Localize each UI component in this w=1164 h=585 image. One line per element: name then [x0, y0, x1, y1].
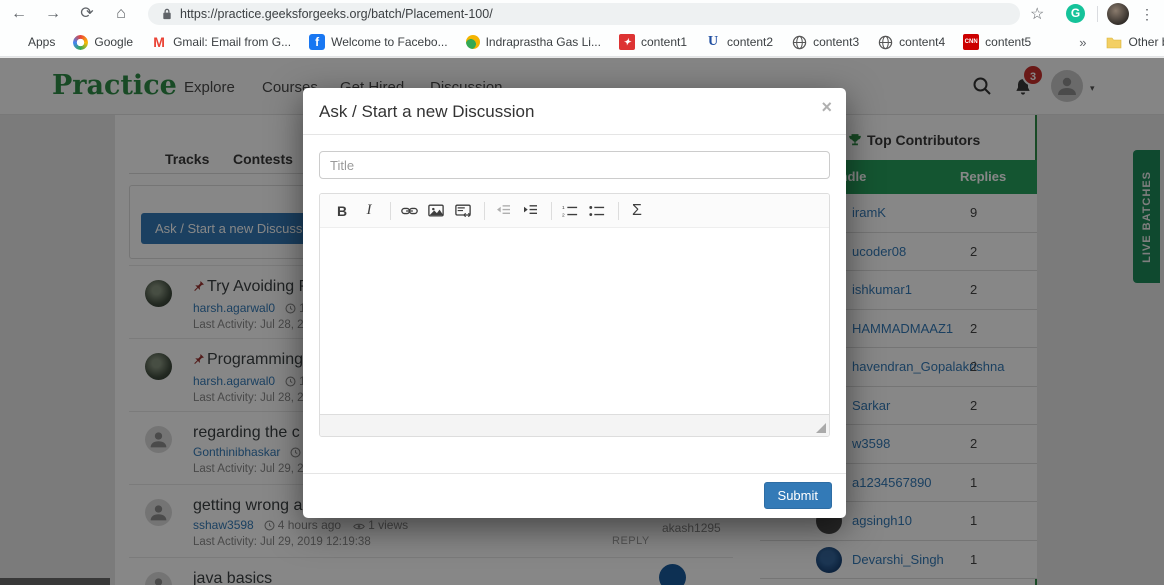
forward-icon[interactable]: →	[42, 3, 64, 25]
bookmark-content4[interactable]: content4	[877, 34, 945, 50]
bookmark-content3[interactable]: content3	[791, 34, 859, 50]
bookmark-gas[interactable]: Indraprastha Gas Li...	[465, 35, 601, 49]
modal-title: Ask / Start a new Discussion	[319, 102, 535, 121]
home-icon[interactable]: ⌂	[110, 3, 132, 25]
bookmark-content5[interactable]: CNN content5	[963, 34, 1031, 50]
indent-icon[interactable]	[518, 200, 542, 222]
modal-header: Ask / Start a new Discussion ×	[303, 88, 846, 135]
lock-icon	[163, 8, 171, 20]
bookmark-content2[interactable]: U content2	[705, 34, 773, 50]
formula-icon[interactable]: Σ	[625, 200, 649, 222]
gmail-icon: M	[153, 34, 165, 50]
red-site-icon: ✦	[618, 34, 635, 50]
link-icon[interactable]	[397, 200, 421, 222]
browser-profile-avatar[interactable]	[1107, 3, 1129, 25]
italic-icon[interactable]: I	[357, 200, 381, 222]
divider	[484, 201, 485, 220]
submit-button[interactable]: Submit	[763, 482, 832, 509]
svg-text:2: 2	[562, 212, 565, 218]
facebook-icon: f	[309, 34, 326, 50]
code-block-icon[interactable]	[451, 200, 475, 222]
bold-icon[interactable]: B	[330, 200, 354, 222]
folder-icon	[1106, 34, 1122, 50]
outdent-icon	[491, 200, 515, 222]
bookmark-google[interactable]: Google	[73, 34, 133, 50]
discussion-title-input[interactable]	[319, 151, 830, 179]
bookmark-content1[interactable]: ✦ content1	[618, 34, 687, 50]
back-icon[interactable]: ←	[8, 3, 30, 25]
url-text: https://practice.geeksforgeeks.org/batch…	[180, 7, 493, 21]
grammarly-extension-icon[interactable]: G	[1066, 4, 1085, 23]
divider	[618, 201, 619, 220]
browser-menu-icon[interactable]: ⋮	[1138, 3, 1156, 25]
svg-text:1: 1	[562, 205, 565, 211]
u-site-icon: U	[707, 34, 719, 49]
divider	[1097, 6, 1098, 22]
globe-icon	[791, 34, 807, 50]
rich-text-editor: B I 12 Σ	[319, 193, 830, 437]
image-icon[interactable]	[424, 200, 448, 222]
bookmark-facebook[interactable]: f Welcome to Facebo...	[309, 34, 448, 50]
editor-content-area[interactable]	[320, 228, 829, 414]
other-bookmarks[interactable]: Other bookmarks	[1106, 34, 1164, 50]
close-icon[interactable]: ×	[821, 98, 832, 116]
globe-icon	[877, 34, 893, 50]
resize-grip-icon[interactable]	[816, 423, 826, 433]
bookmark-star-icon[interactable]: ☆	[1030, 4, 1044, 24]
address-bar[interactable]: https://practice.geeksforgeeks.org/batch…	[148, 3, 1020, 25]
modal-body: B I 12 Σ	[319, 151, 830, 437]
refresh-icon[interactable]: ⟳	[76, 3, 98, 25]
divider	[390, 201, 391, 220]
new-discussion-modal: Ask / Start a new Discussion × B I 12	[303, 88, 846, 518]
apps-grid-icon	[8, 35, 22, 49]
browser-toolbar: ← → ⟳ ⌂ https://practice.geeksforgeeks.o…	[0, 0, 1164, 28]
bookmarks-overflow-icon[interactable]: »	[1079, 35, 1086, 50]
bookmark-gmail[interactable]: M Gmail: Email from G...	[151, 34, 291, 50]
google-icon	[73, 34, 89, 50]
editor-toolbar: B I 12 Σ	[320, 194, 829, 228]
gas-icon	[465, 35, 480, 49]
ordered-list-icon[interactable]: 12	[558, 200, 582, 222]
editor-resize-bar	[320, 414, 829, 436]
cnn-icon: CNN	[963, 34, 980, 50]
bookmark-apps[interactable]: Apps	[8, 35, 55, 49]
divider	[551, 201, 552, 220]
modal-footer: Submit	[303, 473, 846, 518]
screen: ← → ⟳ ⌂ https://practice.geeksforgeeks.o…	[0, 0, 1164, 585]
unordered-list-icon[interactable]	[585, 200, 609, 222]
bookmarks-bar: Apps Google M Gmail: Email from G... f W…	[0, 28, 1164, 57]
